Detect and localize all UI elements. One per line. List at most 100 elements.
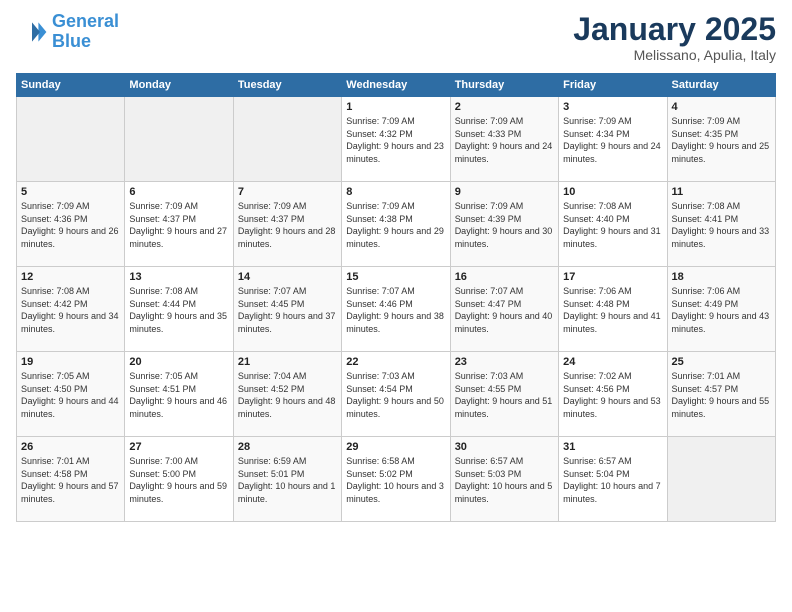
day-number: 25 — [672, 356, 771, 368]
day-info: Sunrise: 7:08 AM Sunset: 4:42 PM Dayligh… — [21, 285, 120, 335]
calendar-cell — [233, 97, 341, 182]
day-info: Sunrise: 6:57 AM Sunset: 5:04 PM Dayligh… — [563, 455, 662, 505]
month-title: January 2025 — [573, 12, 776, 47]
day-info: Sunrise: 7:09 AM Sunset: 4:37 PM Dayligh… — [129, 200, 228, 250]
day-header-row: SundayMondayTuesdayWednesdayThursdayFrid… — [17, 74, 776, 97]
day-info: Sunrise: 7:08 AM Sunset: 4:41 PM Dayligh… — [672, 200, 771, 250]
day-number: 14 — [238, 271, 337, 283]
day-info: Sunrise: 7:03 AM Sunset: 4:54 PM Dayligh… — [346, 370, 445, 420]
calendar-cell: 13 Sunrise: 7:08 AM Sunset: 4:44 PM Dayli… — [125, 267, 233, 352]
week-row-5: 26 Sunrise: 7:01 AM Sunset: 4:58 PM Dayli… — [17, 437, 776, 522]
calendar-cell — [125, 97, 233, 182]
calendar-cell: 24 Sunrise: 7:02 AM Sunset: 4:56 PM Dayli… — [559, 352, 667, 437]
week-row-4: 19Sunrise: 7:05 AM Sunset: 4:50 PM Dayli… — [17, 352, 776, 437]
day-number: 8 — [346, 186, 445, 198]
calendar-cell: 4 Sunrise: 7:09 AM Sunset: 4:35 PM Daylig… — [667, 97, 775, 182]
calendar-cell: 15 Sunrise: 7:07 AM Sunset: 4:46 PM Dayli… — [342, 267, 450, 352]
location-subtitle: Melissano, Apulia, Italy — [573, 47, 776, 63]
calendar-cell — [17, 97, 125, 182]
week-row-3: 12 Sunrise: 7:08 AM Sunset: 4:42 PM Dayli… — [17, 267, 776, 352]
day-info: Sunrise: 7:08 AM Sunset: 4:44 PM Dayligh… — [129, 285, 228, 335]
header: General Blue January 2025 Melissano, Apu… — [16, 12, 776, 63]
day-info: Sunrise: 7:09 AM Sunset: 4:38 PM Dayligh… — [346, 200, 445, 250]
day-info: Sunrise: 7:01 AM Sunset: 4:58 PM Dayligh… — [21, 455, 120, 505]
calendar-cell: 1 Sunrise: 7:09 AM Sunset: 4:32 PM Daylig… — [342, 97, 450, 182]
day-info: Sunrise: 7:03 AM Sunset: 4:55 PM Dayligh… — [455, 370, 554, 420]
day-number: 12 — [21, 271, 120, 283]
calendar-cell: 8 Sunrise: 7:09 AM Sunset: 4:38 PM Daylig… — [342, 182, 450, 267]
title-block: January 2025 Melissano, Apulia, Italy — [573, 12, 776, 63]
day-info: Sunrise: 7:09 AM Sunset: 4:35 PM Dayligh… — [672, 115, 771, 165]
day-number: 1 — [346, 101, 445, 113]
logo-icon — [16, 16, 48, 48]
day-header-tuesday: Tuesday — [233, 74, 341, 97]
day-number: 4 — [672, 101, 771, 113]
calendar-cell: 7 Sunrise: 7:09 AM Sunset: 4:37 PM Daylig… — [233, 182, 341, 267]
day-number: 26 — [21, 441, 120, 453]
logo-text: General Blue — [52, 12, 119, 52]
day-header-sunday: Sunday — [17, 74, 125, 97]
calendar-cell — [667, 437, 775, 522]
calendar-cell: 23Sunrise: 7:03 AM Sunset: 4:55 PM Dayli… — [450, 352, 558, 437]
calendar-cell: 21Sunrise: 7:04 AM Sunset: 4:52 PM Dayli… — [233, 352, 341, 437]
calendar-cell: 29Sunrise: 6:58 AM Sunset: 5:02 PM Dayli… — [342, 437, 450, 522]
day-info: Sunrise: 7:06 AM Sunset: 4:49 PM Dayligh… — [672, 285, 771, 335]
day-number: 28 — [238, 441, 337, 453]
calendar-cell: 9 Sunrise: 7:09 AM Sunset: 4:39 PM Daylig… — [450, 182, 558, 267]
day-number: 5 — [21, 186, 120, 198]
logo-blue: Blue — [52, 31, 91, 51]
day-number: 10 — [563, 186, 662, 198]
day-info: Sunrise: 7:02 AM Sunset: 4:56 PM Dayligh… — [563, 370, 662, 420]
day-number: 15 — [346, 271, 445, 283]
day-number: 17 — [563, 271, 662, 283]
day-info: Sunrise: 7:07 AM Sunset: 4:45 PM Dayligh… — [238, 285, 337, 335]
day-number: 11 — [672, 186, 771, 198]
calendar-cell: 31Sunrise: 6:57 AM Sunset: 5:04 PM Dayli… — [559, 437, 667, 522]
day-number: 6 — [129, 186, 228, 198]
day-number: 30 — [455, 441, 554, 453]
day-number: 27 — [129, 441, 228, 453]
day-info: Sunrise: 7:07 AM Sunset: 4:46 PM Dayligh… — [346, 285, 445, 335]
day-info: Sunrise: 7:09 AM Sunset: 4:32 PM Dayligh… — [346, 115, 445, 165]
calendar-cell: 16 Sunrise: 7:07 AM Sunset: 4:47 PM Dayli… — [450, 267, 558, 352]
day-number: 18 — [672, 271, 771, 283]
day-info: Sunrise: 7:05 AM Sunset: 4:51 PM Dayligh… — [129, 370, 228, 420]
day-number: 22 — [346, 356, 445, 368]
calendar-cell: 20 Sunrise: 7:05 AM Sunset: 4:51 PM Dayli… — [125, 352, 233, 437]
calendar-cell: 12 Sunrise: 7:08 AM Sunset: 4:42 PM Dayli… — [17, 267, 125, 352]
day-info: Sunrise: 7:09 AM Sunset: 4:37 PM Dayligh… — [238, 200, 337, 250]
calendar-cell: 11 Sunrise: 7:08 AM Sunset: 4:41 PM Dayli… — [667, 182, 775, 267]
day-number: 13 — [129, 271, 228, 283]
day-number: 3 — [563, 101, 662, 113]
calendar-cell: 10 Sunrise: 7:08 AM Sunset: 4:40 PM Dayli… — [559, 182, 667, 267]
day-info: Sunrise: 7:01 AM Sunset: 4:57 PM Dayligh… — [672, 370, 771, 420]
day-info: Sunrise: 7:09 AM Sunset: 4:39 PM Dayligh… — [455, 200, 554, 250]
day-info: Sunrise: 7:07 AM Sunset: 4:47 PM Dayligh… — [455, 285, 554, 335]
calendar-cell: 18 Sunrise: 7:06 AM Sunset: 4:49 PM Dayli… — [667, 267, 775, 352]
calendar-cell: 5Sunrise: 7:09 AM Sunset: 4:36 PM Daylig… — [17, 182, 125, 267]
day-number: 24 — [563, 356, 662, 368]
calendar-cell: 25 Sunrise: 7:01 AM Sunset: 4:57 PM Dayli… — [667, 352, 775, 437]
day-number: 9 — [455, 186, 554, 198]
calendar-cell: 30Sunrise: 6:57 AM Sunset: 5:03 PM Dayli… — [450, 437, 558, 522]
calendar-cell: 22 Sunrise: 7:03 AM Sunset: 4:54 PM Dayli… — [342, 352, 450, 437]
calendar-cell: 27 Sunrise: 7:00 AM Sunset: 5:00 PM Dayli… — [125, 437, 233, 522]
calendar-cell: 17Sunrise: 7:06 AM Sunset: 4:48 PM Dayli… — [559, 267, 667, 352]
day-info: Sunrise: 7:08 AM Sunset: 4:40 PM Dayligh… — [563, 200, 662, 250]
day-number: 7 — [238, 186, 337, 198]
day-header-friday: Friday — [559, 74, 667, 97]
day-number: 2 — [455, 101, 554, 113]
day-number: 20 — [129, 356, 228, 368]
calendar-cell: 19Sunrise: 7:05 AM Sunset: 4:50 PM Dayli… — [17, 352, 125, 437]
day-number: 29 — [346, 441, 445, 453]
calendar-cell: 2Sunrise: 7:09 AM Sunset: 4:33 PM Daylig… — [450, 97, 558, 182]
day-info: Sunrise: 7:09 AM Sunset: 4:34 PM Dayligh… — [563, 115, 662, 165]
day-header-wednesday: Wednesday — [342, 74, 450, 97]
day-number: 21 — [238, 356, 337, 368]
day-info: Sunrise: 7:00 AM Sunset: 5:00 PM Dayligh… — [129, 455, 228, 505]
day-number: 16 — [455, 271, 554, 283]
day-info: Sunrise: 6:59 AM Sunset: 5:01 PM Dayligh… — [238, 455, 337, 505]
logo-general: General — [52, 11, 119, 31]
calendar-cell: 3 Sunrise: 7:09 AM Sunset: 4:34 PM Daylig… — [559, 97, 667, 182]
calendar-cell: 14 Sunrise: 7:07 AM Sunset: 4:45 PM Dayli… — [233, 267, 341, 352]
